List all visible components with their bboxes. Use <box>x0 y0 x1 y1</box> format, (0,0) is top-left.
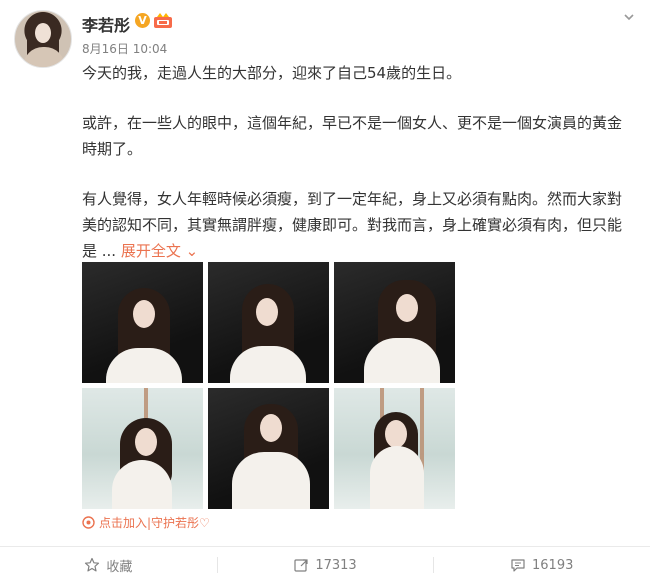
comment-icon <box>511 559 525 572</box>
post-paragraph: 有人覺得，女人年輕時候必須瘦，到了一定年紀，身上又必須有點肉。然而大家對美的認知… <box>82 186 630 264</box>
post-photo[interactable] <box>334 388 455 509</box>
post-paragraph: 今天的我，走過人生的大部分，迎來了自己54歲的生日。 <box>82 64 462 82</box>
avatar-face <box>35 23 51 43</box>
post-photo[interactable] <box>334 262 455 383</box>
post-photo[interactable] <box>208 388 329 509</box>
avatar[interactable] <box>14 10 72 68</box>
repost-button[interactable]: 17313 <box>216 547 434 583</box>
favorite-button[interactable]: 收藏 <box>0 547 217 583</box>
user-name[interactable]: 李若彤 <box>82 12 130 36</box>
post-timestamp[interactable]: 8月16日 10:04 <box>82 40 167 57</box>
photo-grid <box>82 262 455 509</box>
chevron-down-icon[interactable] <box>622 10 636 24</box>
member-crown-icon <box>154 13 172 28</box>
post-paragraph: 或許，在一些人的眼中，這個年紀，早已不是一個女人、更不是一個女演員的黃金時期了。 <box>82 114 623 158</box>
comment-button[interactable]: 16193 <box>433 547 650 583</box>
super-topic-icon <box>82 516 95 529</box>
post-photo[interactable] <box>82 388 203 509</box>
repost-count: 17313 <box>315 557 357 573</box>
weibo-post-card: 李若彤 V 8月16日 10:04 今天的我，走過人生的大部分，迎來了自己54歲… <box>0 0 650 583</box>
star-icon <box>85 557 100 572</box>
post-body: 今天的我，走過人生的大部分，迎來了自己54歲的生日。 或許，在一些人的眼中，這個… <box>82 60 630 264</box>
super-topic-link[interactable]: 点击加入|守护若彤♡ <box>82 514 210 531</box>
action-bar: 收藏 17313 16193 <box>0 547 650 583</box>
comment-count: 16193 <box>532 557 574 573</box>
repost-icon <box>294 559 308 572</box>
verified-badge-icon: V <box>135 13 150 28</box>
post-photo[interactable] <box>82 262 203 383</box>
super-topic-label: 点击加入|守护若彤♡ <box>99 516 210 530</box>
post-photo[interactable] <box>208 262 329 383</box>
favorite-label: 收藏 <box>106 559 133 575</box>
expand-full-text-link[interactable]: 展开全文 ⌄ <box>121 242 198 260</box>
